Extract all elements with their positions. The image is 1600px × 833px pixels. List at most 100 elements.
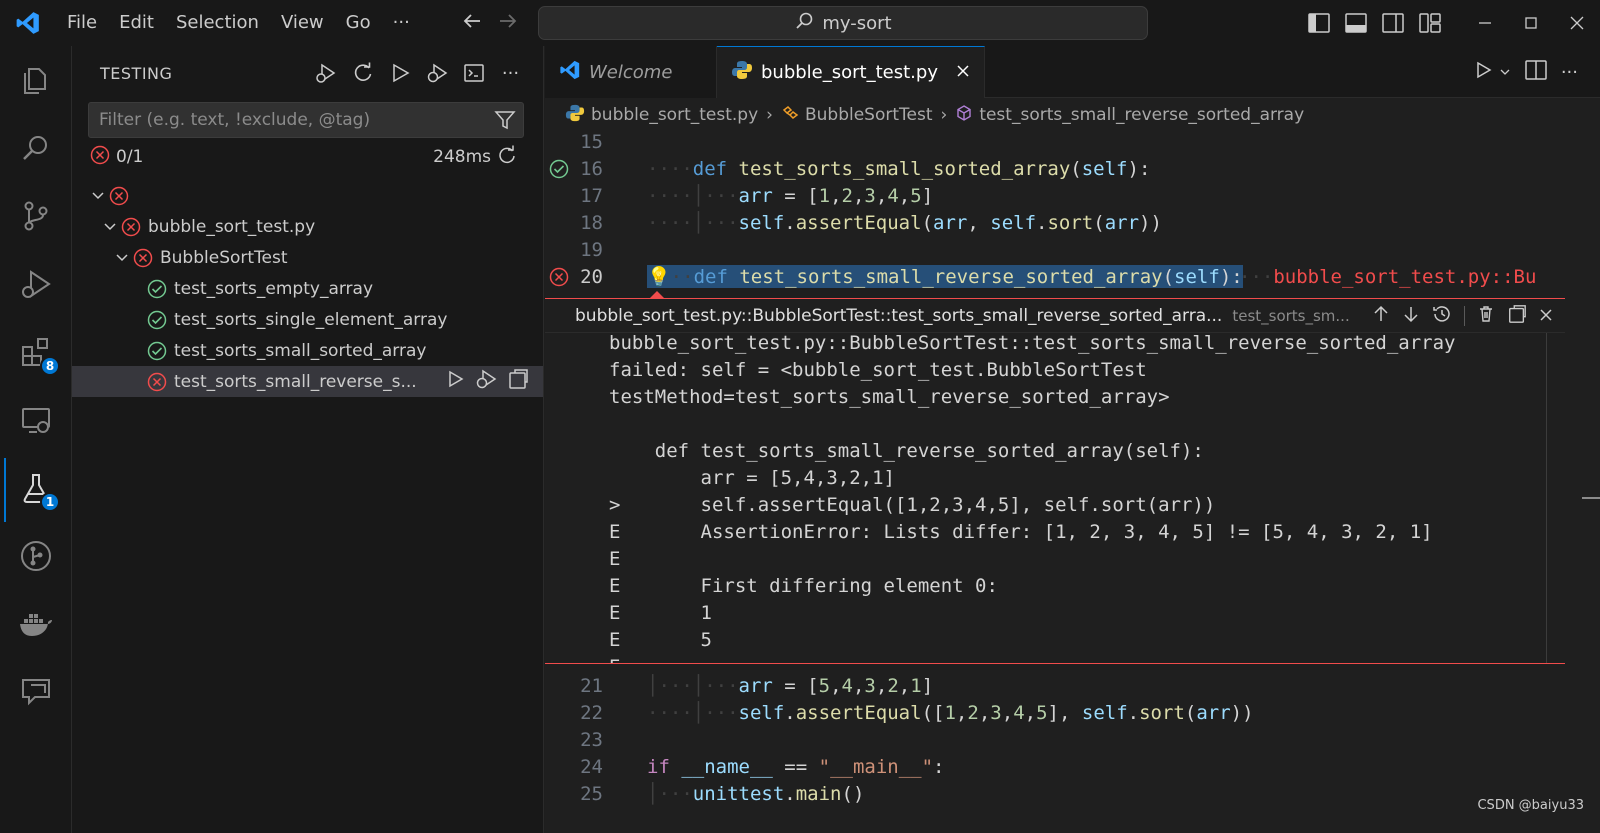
run-debug-icon[interactable]	[0, 250, 72, 318]
comments-icon[interactable]	[0, 658, 72, 726]
chevron-right-icon: ›	[940, 105, 948, 125]
menu-selection[interactable]: Selection	[165, 0, 270, 46]
source-control-icon[interactable]	[0, 182, 72, 250]
chevron-right-icon: ›	[766, 105, 773, 125]
peek-line: E	[609, 653, 620, 664]
history-icon[interactable]	[1432, 304, 1452, 329]
breadcrumb-file[interactable]: bubble_sort_test.py	[591, 105, 758, 125]
tree-row-label: BubbleSortTest	[160, 247, 288, 268]
remote-explorer-icon[interactable]	[0, 386, 72, 454]
explorer-icon[interactable]	[0, 46, 72, 114]
test-failure-peek: bubble_sort_test.py::BubbleSortTest::tes…	[545, 291, 1565, 664]
tree-row-test[interactable]: test_sorts_single_element_array	[72, 304, 543, 335]
tab-bubble-sort-test[interactable]: bubble_sort_test.py	[717, 46, 985, 98]
peek-line: bubble_sort_test.py::BubbleSortTest::tes…	[609, 333, 1456, 354]
peek-line: E First differing element 0:	[609, 574, 998, 597]
go-to-test-icon[interactable]	[507, 368, 529, 395]
tree-row-test[interactable]: test_sorts_empty_array	[72, 273, 543, 304]
breadcrumb-method[interactable]: test_sorts_small_reverse_sorted_array	[979, 105, 1304, 125]
line-number: 16	[580, 157, 603, 180]
code-text: │···unittest.main()	[647, 782, 865, 805]
menu-view[interactable]: View	[270, 0, 335, 46]
chevron-down-icon[interactable]	[88, 189, 108, 203]
test-fail-gutter-icon[interactable]	[547, 265, 571, 289]
run-test-icon[interactable]	[445, 369, 465, 394]
code-line: 19	[545, 236, 1600, 263]
close-window-icon[interactable]	[1554, 0, 1600, 46]
test-filter-field[interactable]	[88, 102, 524, 138]
fail-status-icon	[132, 247, 154, 269]
lightbulb-icon[interactable]: 💡	[647, 266, 671, 288]
run-tests-debug-icon[interactable]	[307, 58, 344, 88]
forward-arrow-icon[interactable]	[497, 10, 519, 36]
testing-icon[interactable]: 1	[0, 454, 72, 522]
pass-status-icon	[146, 340, 168, 362]
peek-scrollbar[interactable]	[1546, 333, 1547, 663]
chevron-down-icon[interactable]	[100, 220, 120, 234]
separator	[1464, 306, 1465, 326]
menu-more[interactable]: ···	[382, 0, 421, 46]
refresh-tests-icon[interactable]	[344, 58, 381, 88]
search-view-icon[interactable]	[0, 114, 72, 182]
summary-time: 248ms	[433, 147, 491, 167]
test-pass-gutter-icon[interactable]	[547, 157, 571, 181]
code-editor[interactable]: 15 16 ····def test_sorts_small_sorted_ar…	[545, 131, 1600, 833]
tree-row-test[interactable]: test_sorts_small_sorted_array	[72, 335, 543, 366]
toggle-secondary-sidebar-icon[interactable]	[1374, 0, 1411, 46]
menu-go[interactable]: Go	[335, 0, 382, 46]
menu-edit[interactable]: Edit	[108, 0, 165, 46]
tree-row-file[interactable]: bubble_sort_test.py	[72, 211, 543, 242]
breadcrumb-class[interactable]: BubbleSortTest	[805, 105, 933, 125]
more-actions-icon[interactable]: ···	[492, 58, 529, 88]
extensions-icon[interactable]: 8	[0, 318, 72, 386]
class-symbol-icon	[781, 104, 799, 127]
back-arrow-icon[interactable]	[461, 10, 483, 36]
code-text: ····│···arr = [1,2,3,4,5]	[647, 184, 934, 207]
maximize-icon[interactable]	[1508, 0, 1554, 46]
vscode-tab-icon	[559, 59, 581, 86]
debug-test-icon[interactable]	[475, 368, 497, 395]
code-text: │···│···arr = [5,4,3,2,1]	[647, 674, 934, 697]
sidebar-title: TESTING	[100, 63, 173, 83]
docker-icon[interactable]	[0, 590, 72, 658]
editor-more-icon[interactable]: ···	[1561, 62, 1578, 83]
chevron-down-icon[interactable]	[112, 251, 132, 265]
line-number: 23	[580, 728, 603, 751]
next-failure-icon[interactable]	[1402, 305, 1420, 328]
show-output-icon[interactable]	[455, 58, 492, 88]
line-number: 17	[580, 184, 603, 207]
close-peek-icon[interactable]	[1539, 305, 1553, 327]
overview-ruler-mark	[1582, 497, 1600, 499]
open-in-editor-icon[interactable]	[1507, 304, 1527, 329]
filter-icon[interactable]	[487, 109, 523, 131]
python-file-icon	[731, 59, 753, 86]
menu-file[interactable]: File	[56, 0, 108, 46]
close-tab-icon[interactable]	[956, 62, 970, 83]
split-editor-icon[interactable]	[1525, 60, 1547, 84]
tree-row-root[interactable]	[72, 180, 543, 211]
minimize-icon[interactable]	[1462, 0, 1508, 46]
customize-layout-icon[interactable]	[1411, 0, 1448, 46]
code-text: ····│···self.assertEqual([1,2,3,4,5], se…	[647, 701, 1254, 724]
git-graph-icon[interactable]	[0, 522, 72, 590]
previous-failure-icon[interactable]	[1372, 305, 1390, 328]
tree-row-class[interactable]: BubbleSortTest	[72, 242, 543, 273]
trash-icon[interactable]	[1477, 305, 1495, 328]
tab-welcome[interactable]: Welcome	[545, 46, 717, 98]
rerun-icon[interactable]	[497, 145, 517, 170]
run-all-tests-icon[interactable]	[381, 58, 418, 88]
run-python-file-icon[interactable]	[1473, 60, 1493, 84]
watermark: CSDN @baiyu33	[1477, 798, 1584, 813]
method-symbol-icon	[955, 104, 973, 127]
line-number: 24	[580, 755, 603, 778]
command-center-search[interactable]: my-sort	[538, 6, 1148, 40]
chevron-down-icon[interactable]	[1499, 63, 1511, 82]
toggle-panel-icon[interactable]	[1337, 0, 1374, 46]
debug-all-tests-icon[interactable]	[418, 58, 455, 88]
code-line-current: 20 💡··def test_sorts_small_reverse_sorte…	[545, 263, 1600, 290]
test-filter-input[interactable]	[99, 110, 487, 130]
tree-row-test-selected[interactable]: test_sorts_small_reverse_s...	[72, 366, 543, 397]
test-tree: bubble_sort_test.py BubbleSortTest test_…	[72, 180, 543, 397]
toggle-primary-sidebar-icon[interactable]	[1300, 0, 1337, 46]
code-line: 17 ····│···arr = [1,2,3,4,5]	[545, 182, 1600, 209]
